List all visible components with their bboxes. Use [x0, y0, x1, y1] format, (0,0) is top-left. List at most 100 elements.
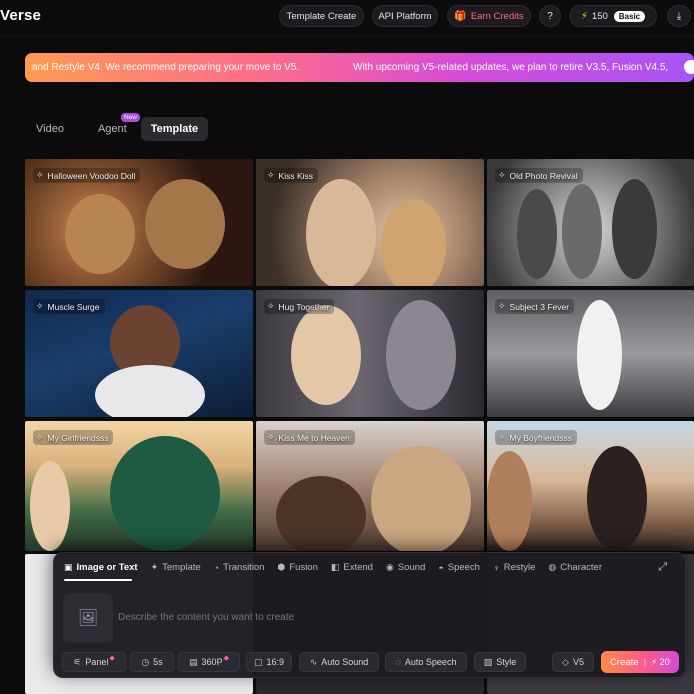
- content-tabs: Video Agent Template: [26, 117, 209, 141]
- sparkle-icon: ✧: [267, 170, 275, 180]
- announcement-banner[interactable]: and Restyle V4. We recommend preparing y…: [25, 53, 694, 82]
- brand-logo[interactable]: Verse: [0, 7, 41, 24]
- download-button[interactable]: ⤓: [667, 5, 691, 27]
- lightning-icon: ⚡: [580, 10, 588, 22]
- mode-tab-template[interactable]: ✦ Template: [151, 562, 201, 573]
- mode-tab-sound[interactable]: ◉ Sound: [386, 562, 425, 573]
- template-card-hug-together[interactable]: ✧ Hug Together: [256, 290, 484, 417]
- card-image-subject: [291, 305, 361, 405]
- style-selector[interactable]: ▨ Style: [474, 652, 526, 672]
- card-image-subject: [95, 365, 205, 417]
- model-selector[interactable]: ◇ V5: [552, 652, 594, 672]
- earn-credits-button[interactable]: 🎁 Earn Credits: [447, 5, 531, 27]
- prompt-input[interactable]: [118, 612, 598, 623]
- template-create-button[interactable]: Template Create: [279, 5, 364, 27]
- card-image-subject: [110, 436, 220, 551]
- card-label: ✧ Halloween Voodoo Doll: [33, 168, 141, 183]
- card-label-text: Halloween Voodoo Doll: [47, 170, 136, 181]
- lightning-icon: ⚡: [651, 656, 658, 667]
- sound-wave-icon: ∿: [309, 656, 318, 667]
- card-label-text: My Boyfriendsss: [509, 432, 572, 443]
- template-card-old-photo-revival[interactable]: ✧ Old Photo Revival: [487, 159, 694, 286]
- plan-badge: Basic: [613, 10, 646, 22]
- mode-tab-transition[interactable]: ◔ Transition: [214, 562, 265, 573]
- create-divider: |: [643, 656, 647, 668]
- gift-icon: 🎁: [454, 10, 467, 22]
- mode-tab-fusion[interactable]: ⬢ Fusion: [278, 562, 318, 573]
- auto-sound-toggle[interactable]: ∿ Auto Sound: [299, 652, 379, 672]
- template-card-my-girlfriendsss[interactable]: ✧ My Girlfriendsss: [25, 421, 253, 551]
- mode-tab-extend[interactable]: ◧ Extend: [331, 562, 373, 573]
- template-card-my-boyfriendsss[interactable]: ✧ My Boyfriendsss: [487, 421, 694, 551]
- template-create-label: Template Create: [286, 10, 357, 22]
- template-card-kiss-me-to-heaven[interactable]: ✧ Kiss Me to Heaven: [256, 421, 484, 551]
- mode-tab-label: Template: [162, 562, 201, 573]
- mode-tab-label: Sound: [397, 562, 426, 573]
- sliders-icon: ⚟: [73, 656, 82, 667]
- template-card-muscle-surge[interactable]: ✧ Muscle Surge: [25, 290, 253, 417]
- fusion-icon: ⬢: [277, 562, 286, 572]
- mode-tab-label: Restyle: [503, 562, 536, 573]
- card-image-subject: [276, 476, 366, 551]
- template-card-kiss-kiss[interactable]: ✧ Kiss Kiss: [256, 159, 484, 286]
- card-image-subject: [65, 194, 135, 274]
- auto-sound-label: Auto Sound: [321, 657, 369, 667]
- question-icon: ?: [547, 10, 553, 22]
- create-button[interactable]: Create | ⚡ 20: [601, 651, 679, 673]
- composer-mode-tabs: ▣ Image or Text ✦ Template ◔ Transition ⬢ Fu…: [64, 562, 615, 573]
- banner-dot: [684, 60, 694, 74]
- active-tab-indicator: [64, 579, 132, 581]
- image-upload-button[interactable]: 🖼: [63, 593, 113, 643]
- style-label: Style: [496, 657, 517, 667]
- mode-tab-label: Transition: [223, 562, 265, 573]
- card-label: ✧ Kiss Me to Heaven: [264, 430, 355, 445]
- api-platform-label: API Platform: [378, 10, 432, 22]
- mode-tab-character[interactable]: ◍ Character: [548, 562, 602, 573]
- card-label: ✧ Subject 3 Fever: [495, 299, 575, 314]
- mode-tab-label: Fusion: [289, 562, 318, 573]
- style-icon: ▨: [483, 656, 493, 667]
- template-card-halloween-voodoo-doll[interactable]: ✧ Halloween Voodoo Doll: [25, 159, 253, 286]
- ratio-icon: ▢: [253, 656, 263, 667]
- sparkle-icon: ✧: [267, 301, 275, 311]
- banner-text-left: and Restyle V4. We recommend preparing y…: [32, 62, 300, 73]
- card-image-subject: [386, 300, 456, 410]
- resolution-selector[interactable]: ▤ 360P ◆: [178, 652, 240, 672]
- character-icon: ◍: [548, 562, 557, 572]
- api-platform-button[interactable]: API Platform: [372, 5, 438, 27]
- brush-icon: ♆: [492, 562, 500, 573]
- new-badge: New: [121, 113, 141, 122]
- mode-tab-image-or-text[interactable]: ▣ Image or Text: [64, 562, 138, 573]
- tab-template[interactable]: Template: [140, 117, 209, 141]
- auto-speech-label: Auto Speech: [404, 657, 457, 667]
- sparkle-icon: ✧: [498, 170, 506, 180]
- transition-icon: ◔: [213, 562, 220, 573]
- image-icon: ▣: [64, 562, 73, 572]
- card-label-text: Muscle Surge: [47, 301, 100, 312]
- sparkle-icon: ✧: [498, 432, 506, 442]
- duration-selector[interactable]: ◷ 5s: [130, 652, 174, 672]
- mode-tab-speech[interactable]: ◓ Speech: [438, 562, 480, 573]
- diamond-icon: ◆: [109, 655, 115, 662]
- card-image-subject: [587, 446, 647, 551]
- card-label-text: Subject 3 Fever: [509, 301, 570, 312]
- auto-speech-toggle[interactable]: ◌ Auto Speech: [385, 652, 467, 672]
- extend-icon: ◧: [330, 562, 340, 572]
- help-button[interactable]: ?: [539, 5, 561, 27]
- card-image-subject: [612, 179, 657, 279]
- mode-tab-restyle[interactable]: ♆ Restyle: [493, 562, 535, 573]
- credits-button[interactable]: ⚡ 150 Basic: [569, 5, 657, 27]
- mode-tab-label: Extend: [343, 562, 373, 573]
- card-image-subject: [577, 300, 622, 410]
- card-label-text: Hug Together: [278, 301, 330, 312]
- credits-count: 150: [591, 10, 608, 22]
- mode-tab-label: Image or Text: [76, 562, 138, 573]
- expand-icon[interactable]: ⤢: [658, 561, 667, 574]
- sparkle-icon: ✧: [36, 301, 44, 311]
- tab-video[interactable]: Video: [26, 117, 74, 141]
- panel-button[interactable]: ⚟ Panel ◆: [62, 652, 126, 672]
- template-card-subject-3-fever[interactable]: ✧ Subject 3 Fever: [487, 290, 694, 417]
- aspect-ratio-selector[interactable]: ▢ 16:9: [246, 652, 292, 672]
- sparkle-icon: ✧: [36, 432, 44, 442]
- app-page: Verse Template Create API Platform 🎁 Ear…: [0, 0, 694, 694]
